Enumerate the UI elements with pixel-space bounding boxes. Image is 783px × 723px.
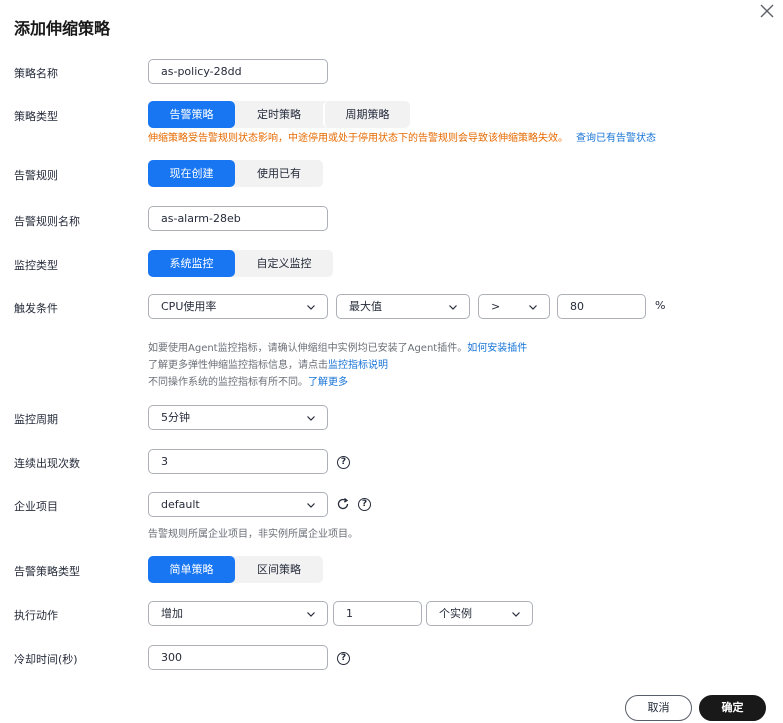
confirm-button[interactable]: 确定: [699, 695, 766, 721]
policy-type-periodic-option[interactable]: 周期策略: [323, 101, 410, 128]
help-icon[interactable]: ?: [337, 652, 350, 665]
trigger-hint-os-text: 不同操作系统的监控指标有所不同。: [148, 377, 308, 388]
threshold-input[interactable]: 80: [557, 294, 646, 319]
policy-name-label: 策略名称: [14, 67, 58, 80]
alarm-policy-range-option[interactable]: 区间策略: [235, 556, 323, 583]
trigger-hint-agent: 如要使用Agent监控指标，请确认伸缩组中实例均已安装了Agent插件。如何安装…: [148, 339, 527, 354]
monitor-type-custom-option[interactable]: 自定义监控: [235, 250, 333, 277]
threshold-unit: %: [655, 299, 666, 312]
alarm-rule-segment: 现在创建 使用已有: [148, 160, 323, 187]
operator-value: >: [491, 300, 501, 313]
enterprise-project-hint: 告警规则所属企业项目，非实例所属企业项目。: [148, 529, 358, 540]
policy-type-warning-text: 伸缩策略受告警规则状态影响，中途停用或处于停用状态下的告警规则会导致该伸缩策略失…: [148, 133, 568, 144]
action-label: 执行动作: [14, 609, 58, 622]
chevron-down-icon: [307, 503, 315, 508]
policy-type-scheduled-option[interactable]: 定时策略: [235, 101, 323, 128]
enterprise-project-select[interactable]: default: [148, 492, 328, 517]
alarm-rule-existing-option[interactable]: 使用已有: [235, 160, 323, 187]
monitor-type-system-option[interactable]: 系统监控: [148, 250, 235, 277]
chevron-down-icon: [449, 305, 457, 310]
monitor-period-label: 监控周期: [14, 413, 58, 426]
trigger-hint-agent-text: 如要使用Agent监控指标，请确认伸缩组中实例均已安装了Agent插件。: [148, 343, 468, 354]
policy-name-input[interactable]: as-policy-28dd: [148, 59, 328, 84]
alarm-rule-label: 告警规则: [14, 169, 58, 182]
consecutive-label: 连续出现次数: [14, 457, 80, 470]
action-unit-value: 个实例: [439, 607, 472, 620]
enterprise-project-label: 企业项目: [14, 500, 58, 513]
trigger-hint-metrics: 了解更多弹性伸缩监控指标信息，请点击监控指标说明: [148, 356, 388, 371]
policy-type-alarm-option[interactable]: 告警策略: [148, 101, 235, 128]
install-plugin-link[interactable]: 如何安装插件: [467, 343, 527, 354]
alarm-policy-type-segment: 简单策略 区间策略: [148, 556, 323, 583]
trigger-hint-os: 不同操作系统的监控指标有所不同。了解更多: [148, 373, 348, 388]
chevron-down-icon: [307, 305, 315, 310]
aggregation-value: 最大值: [349, 300, 382, 313]
alarm-policy-type-label: 告警策略类型: [14, 565, 80, 578]
action-count-input[interactable]: 1: [333, 601, 422, 626]
policy-type-segment: 告警策略 定时策略 周期策略: [148, 101, 410, 128]
alarm-policy-simple-option[interactable]: 简单策略: [148, 556, 235, 583]
enterprise-project-value: default: [161, 498, 200, 511]
help-icon[interactable]: ?: [358, 498, 371, 511]
learn-more-link[interactable]: 了解更多: [308, 377, 348, 388]
cooldown-input[interactable]: 300: [148, 645, 328, 670]
metrics-doc-link[interactable]: 监控指标说明: [328, 360, 388, 371]
cancel-button[interactable]: 取消: [625, 695, 692, 721]
consecutive-input[interactable]: 3: [148, 449, 328, 474]
metric-select[interactable]: CPU使用率: [148, 294, 328, 319]
chevron-down-icon: [529, 305, 537, 310]
query-alarm-status-link[interactable]: 查询已有告警状态: [576, 133, 656, 144]
trigger-hint-metrics-text: 了解更多弹性伸缩监控指标信息，请点击: [148, 360, 328, 371]
monitor-type-segment: 系统监控 自定义监控: [148, 250, 333, 277]
operator-select[interactable]: >: [478, 294, 550, 319]
action-unit-select[interactable]: 个实例: [426, 601, 533, 626]
policy-type-warning: 伸缩策略受告警规则状态影响，中途停用或处于停用状态下的告警规则会导致该伸缩策略失…: [148, 129, 656, 144]
close-icon[interactable]: [758, 2, 776, 20]
monitor-type-label: 监控类型: [14, 259, 58, 272]
aggregation-select[interactable]: 最大值: [336, 294, 470, 319]
action-operation-select[interactable]: 增加: [148, 601, 328, 626]
help-icon[interactable]: ?: [337, 456, 350, 469]
cooldown-label: 冷却时间(秒): [14, 653, 78, 666]
policy-type-label: 策略类型: [14, 110, 58, 123]
dialog-title: 添加伸缩策略: [14, 19, 111, 38]
chevron-down-icon: [307, 612, 315, 617]
chevron-down-icon: [512, 612, 520, 617]
chevron-down-icon: [307, 416, 315, 421]
alarm-rule-name-input[interactable]: as-alarm-28eb: [148, 206, 328, 231]
trigger-label: 触发条件: [14, 302, 58, 315]
alarm-rule-create-option[interactable]: 现在创建: [148, 160, 235, 187]
monitor-period-value: 5分钟: [161, 411, 190, 424]
refresh-icon[interactable]: [336, 497, 350, 511]
monitor-period-select[interactable]: 5分钟: [148, 405, 328, 430]
action-operation-value: 增加: [161, 607, 183, 620]
metric-value: CPU使用率: [161, 300, 217, 313]
alarm-rule-name-label: 告警规则名称: [14, 215, 80, 228]
